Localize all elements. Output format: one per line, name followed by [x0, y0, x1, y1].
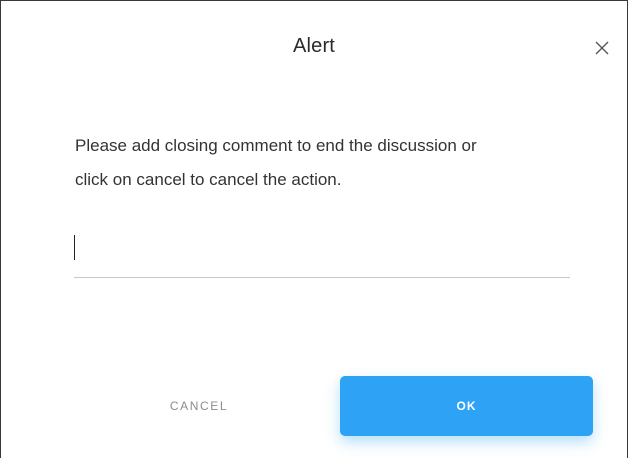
dialog-title: Alert: [292, 35, 336, 57]
message-line-1: Please add closing comment to end the di…: [75, 136, 477, 155]
close-icon: [591, 37, 613, 59]
closing-comment-field[interactable]: [74, 229, 570, 278]
alert-dialog: Alert Please add closing comment to end …: [0, 0, 628, 458]
cancel-button[interactable]: CANCEL: [139, 389, 259, 423]
dialog-message: Please add closing comment to end the di…: [75, 129, 575, 197]
closing-comment-input[interactable]: [74, 229, 570, 265]
ok-button[interactable]: OK: [340, 376, 593, 436]
close-button[interactable]: [591, 37, 613, 59]
text-caret: [74, 235, 75, 260]
message-line-2: click on cancel to cancel the action.: [75, 170, 342, 189]
